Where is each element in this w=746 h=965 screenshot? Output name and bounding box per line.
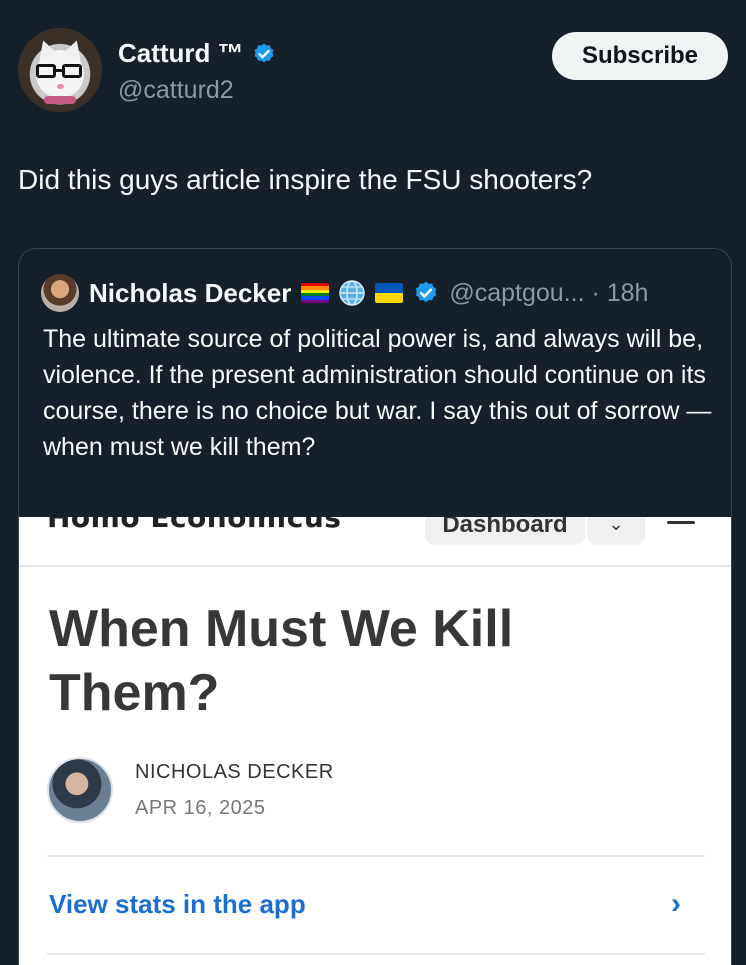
verified-badge-icon: [416, 281, 437, 303]
cat-ear: [33, 37, 59, 61]
menu-icon: [667, 521, 695, 524]
article-author-name: NICHOLAS DECKER: [135, 761, 334, 783]
quote-text: The ultimate source of political power i…: [43, 325, 712, 461]
author-name-row: Catturd ™: [118, 38, 276, 69]
catturd-avatar[interactable]: [18, 28, 102, 112]
quote-avatar[interactable]: [41, 274, 79, 312]
quote-display-name[interactable]: Nicholas Decker: [89, 278, 291, 309]
divider: [47, 855, 705, 857]
rainbow-flag-icon: [301, 283, 330, 303]
verified-badge-icon[interactable]: [252, 42, 276, 66]
ukraine-flag-icon: [375, 283, 404, 303]
tweet-text: Did this guys article inspire the FSU sh…: [18, 164, 593, 195]
article-site-name: Homo Economicus: [47, 517, 342, 534]
view-stats-link: View stats in the app: [49, 889, 306, 919]
author-display-name[interactable]: Catturd ™: [118, 38, 244, 69]
divider: [19, 565, 731, 567]
article-author-avatar: [47, 757, 113, 823]
article-date: APR 16, 2025: [135, 797, 266, 819]
tweet-header: Catturd ™ @catturd2 Subscribe: [18, 28, 728, 118]
article-title: When Must We Kill Them?: [49, 600, 514, 722]
cat-nose: [57, 84, 64, 89]
cat-ear: [61, 37, 87, 61]
quote-handle-time[interactable]: @captgou... · 18h: [449, 279, 648, 308]
subscribe-button[interactable]: Subscribe: [552, 32, 728, 80]
article-topbar: Homo Economicus Dashboard ⌄: [19, 517, 731, 567]
chevron-right-icon: ›: [671, 887, 681, 920]
dashboard-button: Dashboard: [425, 517, 585, 545]
cat-glasses: [36, 64, 84, 78]
quoted-tweet[interactable]: Nicholas Decker @captgou... · 18h The ul…: [18, 248, 732, 965]
article-screenshot[interactable]: Homo Economicus Dashboard ⌄ When Must We…: [19, 517, 731, 965]
globe-icon: [339, 280, 366, 306]
cat-collar: [44, 96, 76, 104]
chevron-down-icon: ⌄: [587, 517, 645, 545]
divider: [47, 953, 705, 955]
author-handle[interactable]: @catturd2: [118, 76, 234, 105]
quote-header: Nicholas Decker @captgou... · 18h: [41, 273, 648, 313]
